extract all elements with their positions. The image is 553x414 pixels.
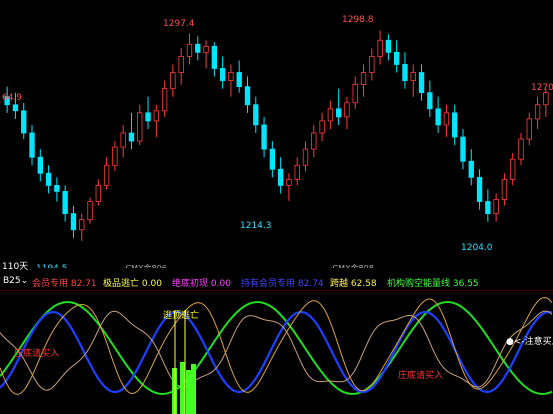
indicator-item-member: 会员专用 82.71 bbox=[32, 279, 97, 289]
candle bbox=[29, 132, 35, 158]
signal-bar bbox=[191, 364, 196, 414]
candle bbox=[261, 124, 267, 150]
candle bbox=[435, 108, 441, 126]
candle bbox=[460, 136, 466, 162]
candle bbox=[244, 86, 251, 106]
candle bbox=[518, 138, 524, 160]
candle bbox=[526, 118, 532, 140]
candle bbox=[45, 172, 52, 186]
price-label: 1270 bbox=[531, 83, 553, 93]
signal-label: ●<-注意买入 bbox=[506, 335, 553, 347]
chevron-down-icon[interactable]: ⌄ bbox=[21, 276, 29, 286]
candle bbox=[120, 132, 126, 148]
candle bbox=[219, 68, 226, 81]
candle bbox=[352, 84, 358, 104]
candle bbox=[385, 39, 392, 53]
candle bbox=[476, 176, 483, 202]
candle bbox=[145, 112, 151, 122]
indicator-item-bottom: 绝底初现 0.00 bbox=[172, 279, 231, 289]
candle bbox=[510, 158, 516, 180]
candle bbox=[153, 110, 160, 122]
candle bbox=[501, 178, 508, 200]
signal-label: 庄底请买入 bbox=[14, 347, 59, 359]
candle bbox=[377, 39, 383, 57]
indicator-item-escape: 极品逃亡 0.00 bbox=[103, 279, 162, 289]
candle bbox=[418, 72, 425, 94]
candle bbox=[302, 148, 309, 166]
candle bbox=[70, 213, 77, 231]
candle bbox=[468, 160, 474, 178]
candle bbox=[534, 104, 541, 120]
candle bbox=[427, 92, 433, 110]
candle bbox=[62, 191, 68, 215]
candle bbox=[335, 108, 342, 118]
candle bbox=[95, 185, 101, 202]
candle bbox=[79, 219, 85, 231]
holding-line bbox=[0, 310, 553, 394]
candle bbox=[211, 45, 218, 69]
candle bbox=[137, 112, 143, 142]
candle bbox=[485, 201, 491, 215]
price-label: 1204.0 bbox=[461, 243, 493, 253]
candle bbox=[161, 88, 168, 112]
signal-label: 逃顶逃亡 bbox=[163, 309, 199, 321]
indicator-name[interactable]: B25⌄ bbox=[3, 276, 28, 286]
candle bbox=[311, 132, 317, 150]
signal-bar bbox=[186, 370, 191, 414]
candle bbox=[393, 51, 400, 65]
chart-window: 1297.4 1298.8 64.9 1270 1214.3 1204.0 1194.5 ·C… bbox=[0, 0, 553, 414]
price-label: 64.9 bbox=[2, 93, 22, 103]
price-label: 1298.8 bbox=[342, 15, 374, 25]
candle bbox=[402, 64, 408, 81]
candle bbox=[543, 92, 549, 106]
candle bbox=[327, 108, 334, 122]
candle bbox=[360, 72, 367, 86]
signal-label: 庄底请买入 bbox=[398, 369, 443, 381]
candle bbox=[112, 146, 118, 166]
candle bbox=[128, 132, 135, 142]
candle bbox=[236, 72, 242, 88]
candle bbox=[54, 185, 60, 192]
candle bbox=[493, 199, 499, 215]
candle bbox=[178, 55, 184, 73]
candle bbox=[170, 72, 176, 90]
indicator-item-energy: 机构购空能量线 36.55 bbox=[387, 279, 479, 289]
candle bbox=[269, 148, 276, 170]
candle bbox=[37, 156, 43, 174]
candle bbox=[294, 164, 300, 180]
indicator-info-bar: B25⌄ 会员专用 82.71 极品逃亡 0.00 绝底初现 0.00 持有会员… bbox=[0, 275, 553, 289]
price-label: 1194.5 bbox=[36, 264, 68, 268]
candle bbox=[286, 178, 292, 186]
contract-label: ·CMX金806 bbox=[123, 263, 167, 268]
indicator-chart[interactable]: 逃顶逃亡庄底请买入庄底请买入●<-注意买入 bbox=[0, 290, 553, 414]
price-label: 1297.4 bbox=[163, 19, 195, 29]
candle bbox=[12, 104, 19, 112]
indicator-item-cross: 跨越 62.58 bbox=[330, 279, 377, 289]
candle bbox=[443, 112, 450, 126]
candle bbox=[186, 43, 193, 57]
candle bbox=[103, 164, 110, 186]
candle bbox=[277, 168, 284, 186]
candle bbox=[319, 120, 325, 134]
price-label: 1214.3 bbox=[240, 221, 272, 231]
signal-bar bbox=[180, 362, 185, 414]
candle bbox=[228, 72, 234, 81]
price-chart[interactable]: 1297.4 1298.8 64.9 1270 1214.3 1204.0 1194.5 ·C… bbox=[0, 0, 553, 268]
candle bbox=[253, 104, 259, 126]
candle bbox=[410, 72, 416, 81]
candle bbox=[87, 201, 93, 221]
candle bbox=[203, 45, 209, 53]
contract-label: ·CMX金808 bbox=[330, 263, 374, 268]
candle bbox=[195, 43, 201, 53]
candle bbox=[452, 112, 458, 138]
candle bbox=[369, 55, 375, 73]
candle bbox=[21, 110, 27, 134]
candle bbox=[344, 102, 350, 118]
indicator-item-holding: 持有会员专用 82.74 bbox=[241, 279, 324, 289]
period-label: 110天 bbox=[2, 262, 29, 272]
